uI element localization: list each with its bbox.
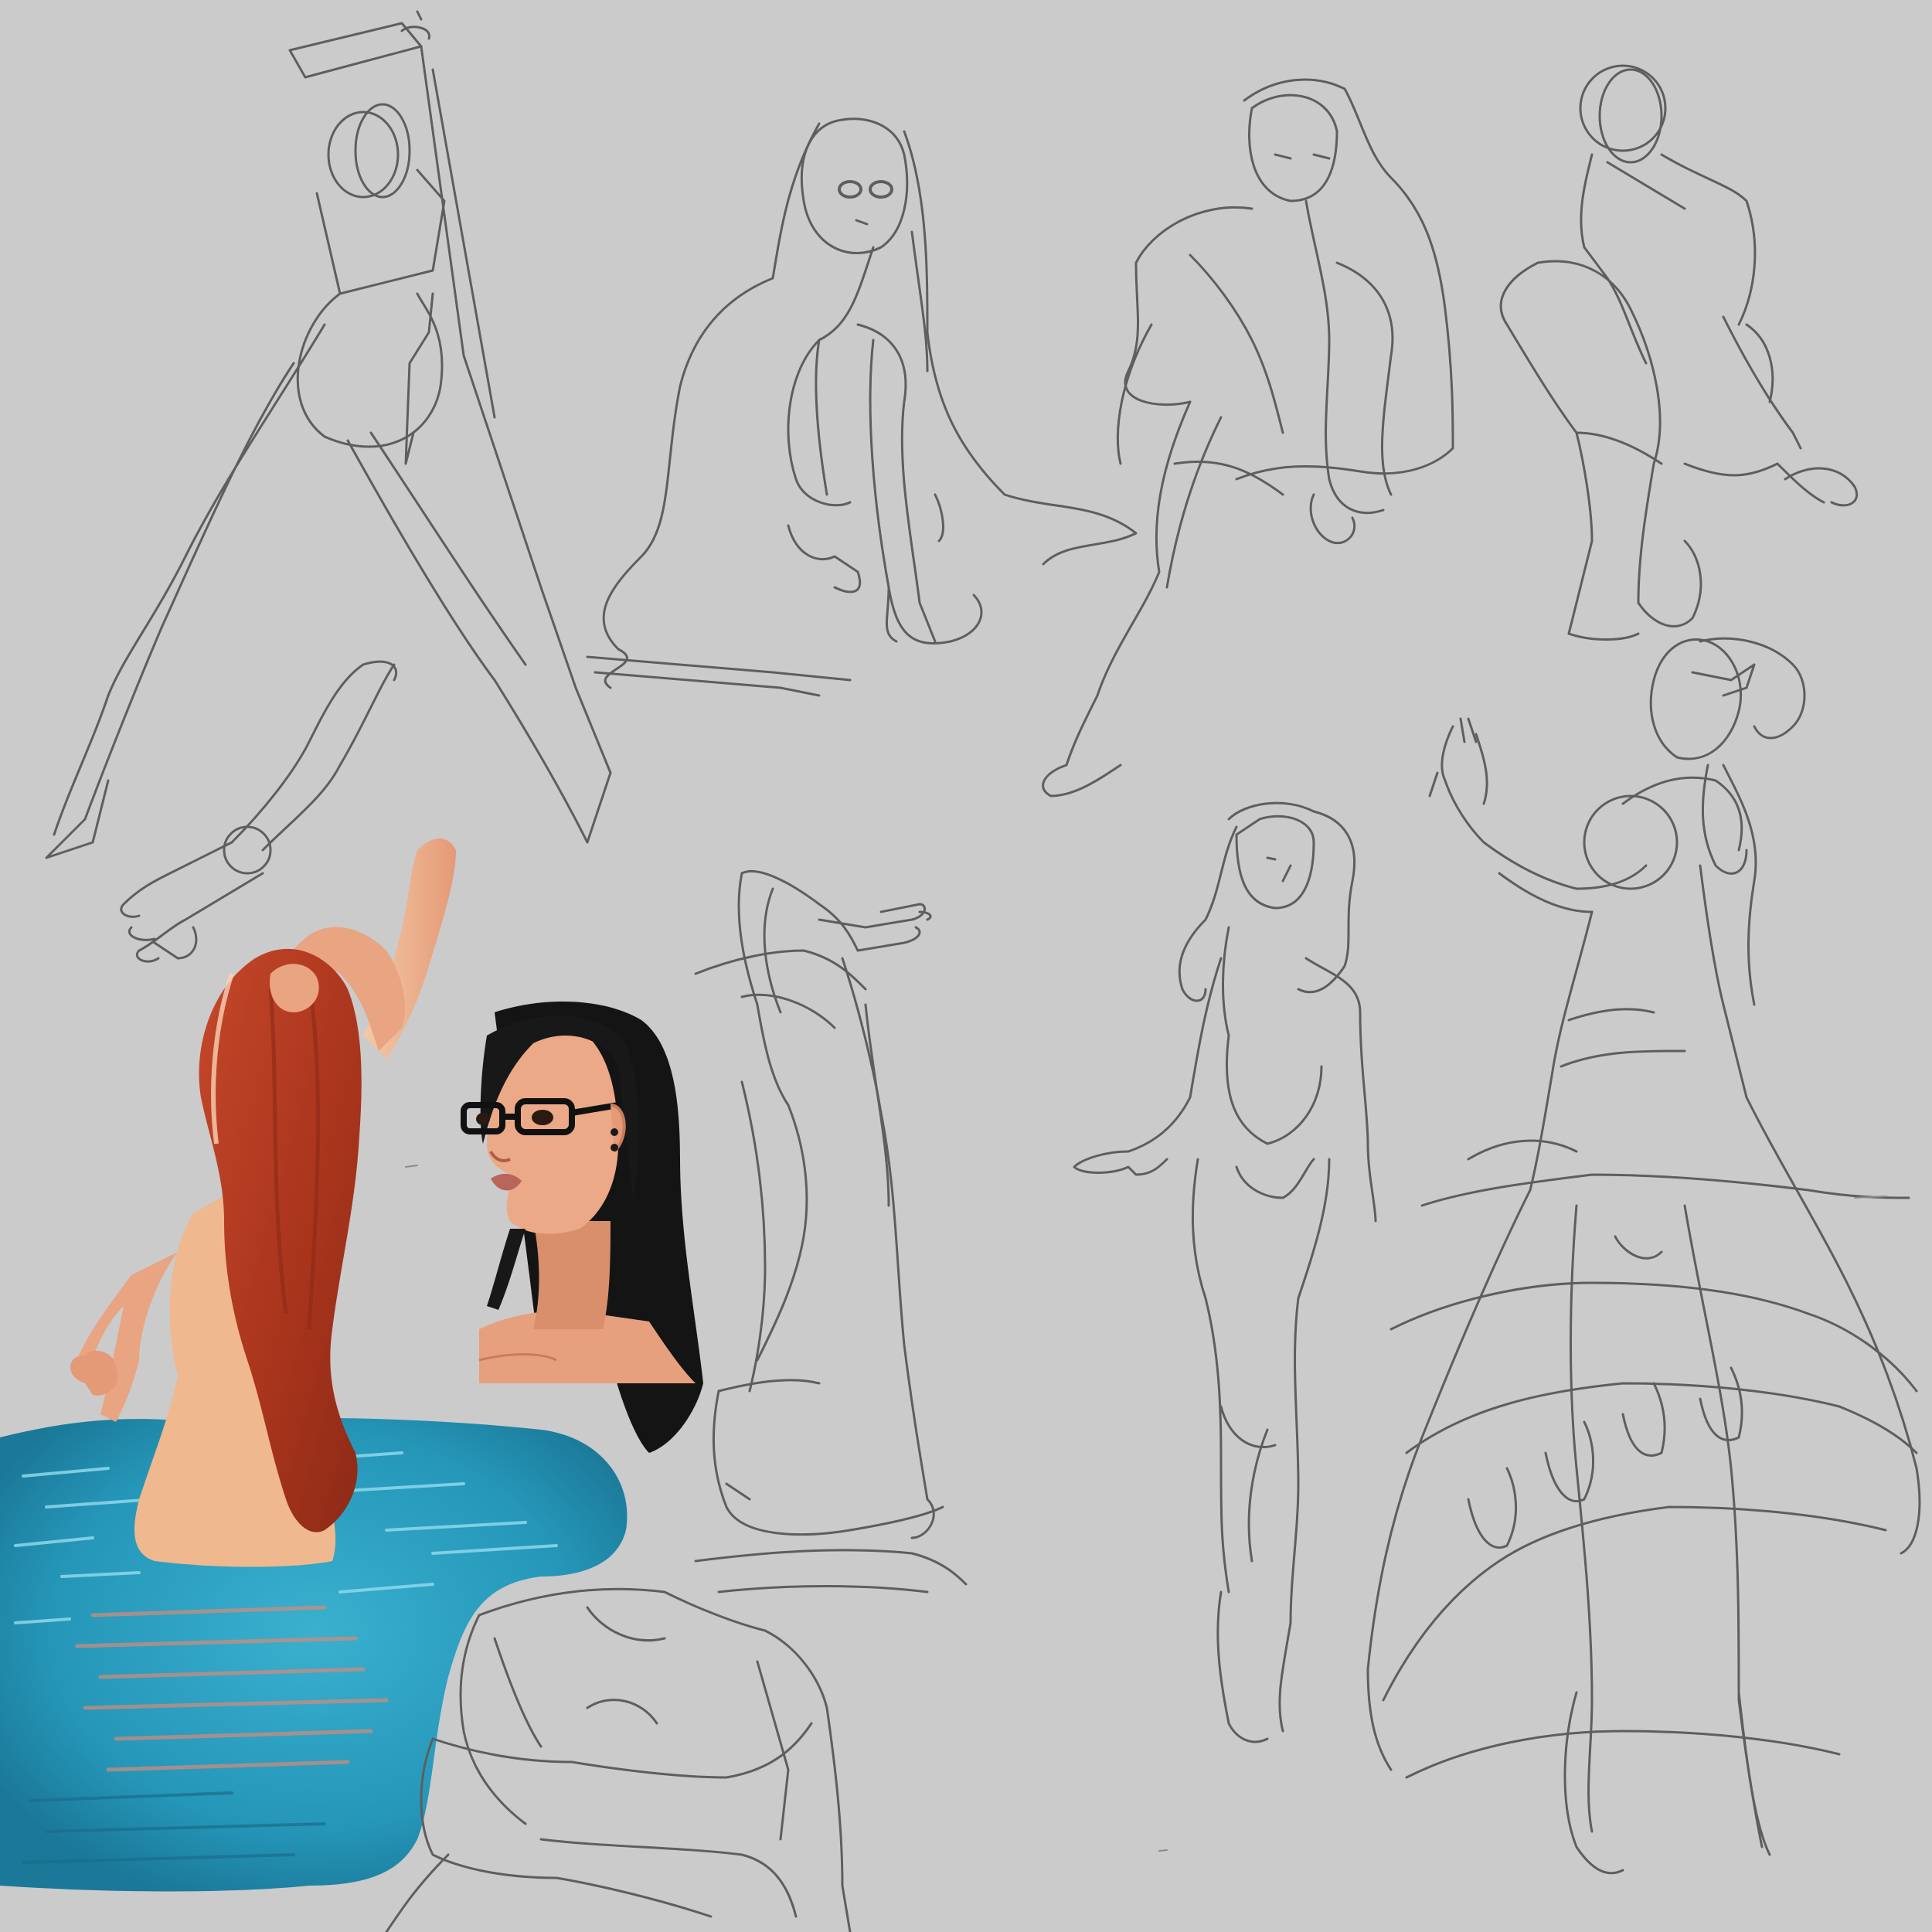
sketch-page-canvas bbox=[0, 0, 1932, 1932]
sketch-page-artwork bbox=[0, 0, 1932, 1932]
neck bbox=[533, 1221, 611, 1329]
